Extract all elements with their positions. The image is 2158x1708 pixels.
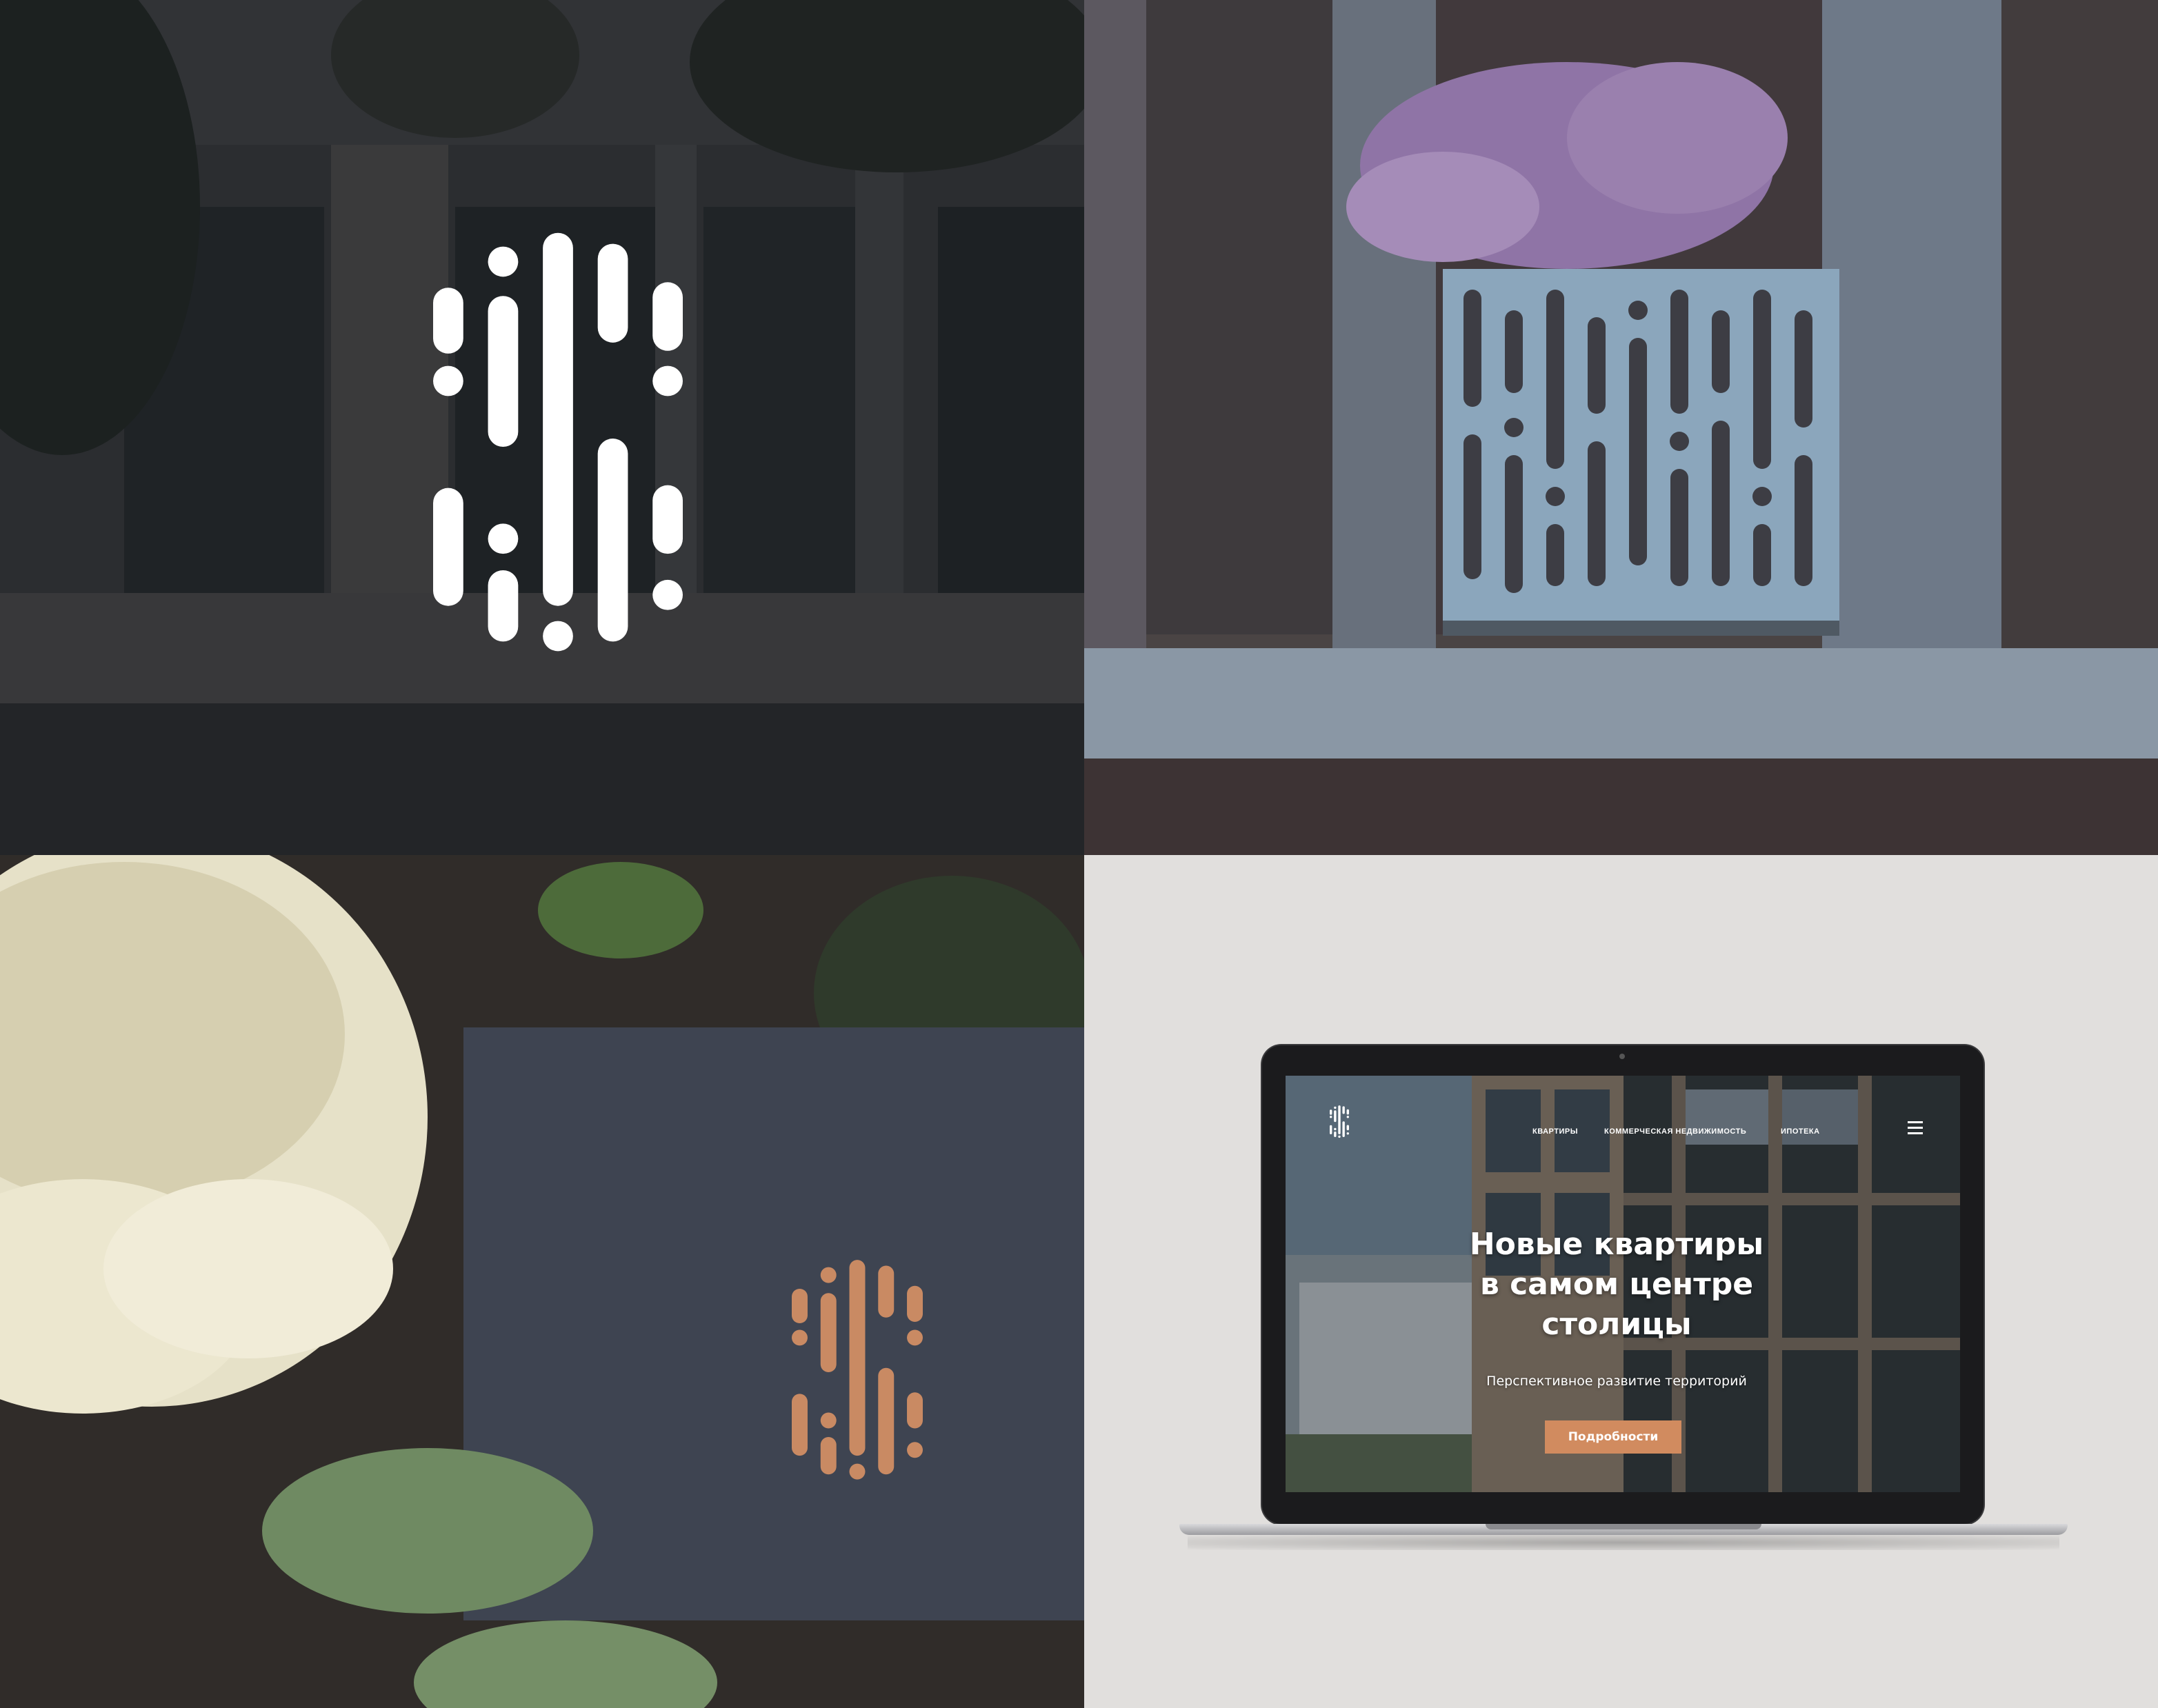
nav-item-commercial[interactable]: КОММЕРЧЕСКАЯ НЕДВИЖИМОСТЬ xyxy=(1604,1127,1746,1136)
website-screen: КВАРТИРЫ КОММЕРЧЕСКАЯ НЕДВИЖИМОСТЬ ИПОТЕ… xyxy=(1286,1076,1960,1492)
hero-headline-line: в самом центре xyxy=(1479,1267,1754,1302)
hero-headline: Новые квартиры в самом центре столицы xyxy=(1423,1225,1810,1345)
business-card-panel xyxy=(0,855,1084,1708)
laptop-website-panel: КВАРТИРЫ КОММЕРЧЕСКАЯ НЕДВИЖИМОСТЬ ИПОТЕ… xyxy=(1084,855,2158,1708)
hamburger-menu-icon[interactable] xyxy=(1908,1121,1923,1135)
building-logo-panel xyxy=(0,0,1084,855)
camera-icon xyxy=(1619,1054,1625,1059)
laptop-notch xyxy=(1486,1524,1761,1529)
hero-subtitle: Перспективное развитие территорий xyxy=(1486,1374,1747,1389)
details-button[interactable]: Подробности xyxy=(1545,1420,1681,1454)
nav-item-mortgage[interactable]: ИПОТЕКА xyxy=(1781,1127,1820,1136)
laptop-shadow xyxy=(1188,1535,2059,1550)
copper-logo-icon xyxy=(792,1260,923,1480)
balcony-grille-icon xyxy=(1443,269,1839,636)
hero-headline-line: Новые квартиры xyxy=(1469,1227,1764,1262)
balcony-photo-panel xyxy=(1084,0,2158,855)
website-logo-icon[interactable] xyxy=(1330,1105,1349,1139)
logo-mark-icon xyxy=(433,232,683,652)
nav-item-apartments[interactable]: КВАРТИРЫ xyxy=(1532,1127,1578,1136)
hero-headline-line: столицы xyxy=(1541,1307,1692,1342)
laptop-icon: КВАРТИРЫ КОММЕРЧЕСКАЯ НЕДВИЖИМОСТЬ ИПОТЕ… xyxy=(1262,1045,1984,1524)
